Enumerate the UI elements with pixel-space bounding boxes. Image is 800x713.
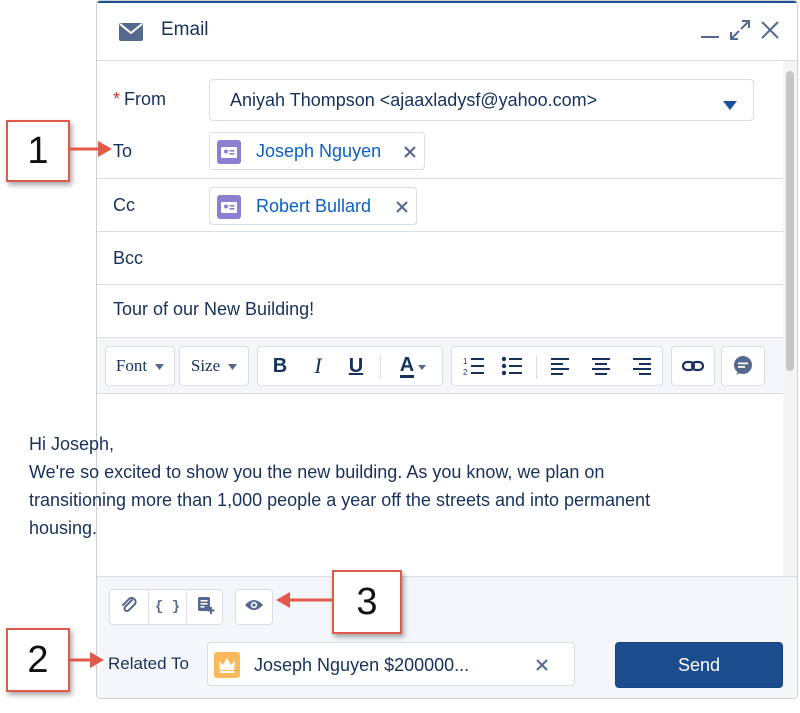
text-format-group: B I U A xyxy=(257,346,443,386)
caret-down-icon xyxy=(155,357,165,375)
cc-row[interactable]: Cc Robert Bullard xyxy=(97,179,783,232)
expand-icon[interactable] xyxy=(727,17,753,43)
insert-merge-field-button[interactable]: { } xyxy=(148,590,186,624)
scrollbar-thumb[interactable] xyxy=(786,71,794,371)
contact-icon xyxy=(217,195,241,219)
related-record-name[interactable]: Joseph Nguyen $200000... xyxy=(254,655,469,676)
email-composer: Email * From Aniyah Thompson <ajaaxladysf… xyxy=(96,0,798,699)
recipient-name[interactable]: Joseph Nguyen xyxy=(256,141,381,162)
align-center-button[interactable] xyxy=(582,347,620,385)
align-left-button[interactable] xyxy=(542,347,580,385)
composer-header: Email xyxy=(97,1,797,61)
insert-comment-button[interactable] xyxy=(721,346,765,386)
rich-text-toolbar: Font Size B I U A 12 xyxy=(97,338,783,394)
from-label: * From xyxy=(113,89,167,109)
ordered-list-button[interactable]: 12 xyxy=(456,347,492,385)
remove-icon[interactable] xyxy=(532,655,552,675)
recipient-pill-cc[interactable]: Robert Bullard xyxy=(209,187,417,225)
recipient-name[interactable]: Robert Bullard xyxy=(256,196,371,217)
font-dropdown[interactable]: Font xyxy=(105,346,175,386)
callout-arrow-2 xyxy=(70,652,104,668)
minimize-icon[interactable] xyxy=(697,17,723,43)
paperclip-icon xyxy=(120,596,138,619)
size-dropdown[interactable]: Size xyxy=(179,346,249,386)
callout-arrow-1 xyxy=(70,141,112,157)
related-to-label: Related To xyxy=(108,654,189,673)
from-select-value: Aniyah Thompson <ajaaxladysf@yahoo.com> xyxy=(230,90,598,110)
subject-value: Tour of our New Building! xyxy=(113,299,315,319)
from-select[interactable]: Aniyah Thompson <ajaaxladysf@yahoo.com> xyxy=(209,79,754,121)
related-record-pill[interactable]: Joseph Nguyen $200000... xyxy=(207,642,575,686)
email-icon xyxy=(119,23,143,46)
text-color-button[interactable]: A xyxy=(388,347,438,385)
font-dropdown-label: Font xyxy=(115,356,148,375)
paragraph-format-group: 12 xyxy=(451,346,663,386)
eye-icon xyxy=(244,598,264,617)
bcc-row[interactable]: Bcc xyxy=(97,232,783,285)
scrollbar[interactable] xyxy=(783,61,797,576)
caret-down-icon xyxy=(228,357,238,375)
bcc-label: Bcc xyxy=(113,248,144,268)
underline-button[interactable]: U xyxy=(338,347,374,385)
insert-template-button[interactable] xyxy=(186,590,224,624)
subject-field[interactable]: Tour of our New Building! xyxy=(97,285,783,338)
to-label: To xyxy=(113,141,133,161)
chat-bubble-icon xyxy=(722,347,764,385)
required-mark: * xyxy=(113,89,121,109)
bulleted-list-button[interactable] xyxy=(494,347,530,385)
callout-arrow-3 xyxy=(276,592,332,608)
attach-file-button[interactable] xyxy=(110,590,148,624)
align-right-button[interactable] xyxy=(622,347,660,385)
callout-3: 3 xyxy=(332,570,402,634)
email-body[interactable]: Hi Joseph, We're so excited to show you … xyxy=(29,430,669,542)
remove-icon[interactable] xyxy=(392,197,412,217)
insert-link-button[interactable] xyxy=(671,346,715,386)
link-icon xyxy=(672,347,714,385)
to-row[interactable]: To Joseph Nguyen xyxy=(97,124,783,179)
caret-down-icon xyxy=(418,357,427,375)
text-color-letter: A xyxy=(399,353,415,378)
remove-icon[interactable] xyxy=(400,142,420,162)
toolbar-divider xyxy=(380,355,381,379)
template-add-icon xyxy=(197,596,215,619)
send-button[interactable]: Send xyxy=(615,642,783,688)
bold-button[interactable]: B xyxy=(262,347,298,385)
recipient-pill-to[interactable]: Joseph Nguyen xyxy=(209,132,425,170)
opportunity-crown-icon xyxy=(214,652,240,678)
composer-footer: { } Related To Joseph Nguyen $200000... … xyxy=(97,576,797,698)
from-row: * From Aniyah Thompson <ajaaxladysf@yahoo… xyxy=(97,61,783,124)
body-line: Hi Joseph, xyxy=(29,434,115,454)
composer-title: Email xyxy=(161,19,209,40)
cc-label: Cc xyxy=(113,195,135,215)
ordered-list-mark: 2 xyxy=(463,368,468,376)
close-icon[interactable] xyxy=(757,17,783,43)
size-dropdown-label: Size xyxy=(190,356,221,375)
callout-1: 1 xyxy=(6,120,70,182)
body-line: We're so excited to show you the new bui… xyxy=(29,462,651,538)
footer-actions-group: { } xyxy=(109,589,223,625)
preview-button[interactable] xyxy=(235,589,273,625)
contact-icon xyxy=(217,140,241,164)
ordered-list-mark: 1 xyxy=(463,357,468,366)
callout-2: 2 xyxy=(6,628,70,692)
toolbar-divider xyxy=(536,355,537,379)
caret-down-icon xyxy=(723,97,737,115)
italic-button[interactable]: I xyxy=(300,347,336,385)
